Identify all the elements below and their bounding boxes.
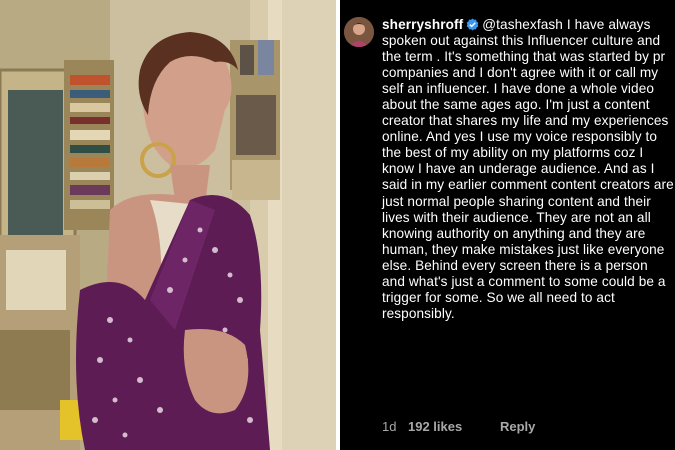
profile-avatar-icon bbox=[344, 17, 374, 47]
woman-in-purple-saree-photo bbox=[0, 0, 336, 450]
screenshot-collage: sherryshroff @tashexfash I have always sp… bbox=[0, 0, 675, 450]
photo-illustration bbox=[0, 0, 336, 450]
comment-text: I have always spoken out against this In… bbox=[382, 17, 674, 321]
comment-time: 1d bbox=[382, 419, 397, 434]
verified-badge-icon bbox=[466, 18, 479, 31]
comment-panel: sherryshroff @tashexfash I have always sp… bbox=[340, 0, 675, 450]
comment-body: sherryshroff @tashexfash I have always sp… bbox=[382, 17, 674, 322]
comment-meta: 1d 192 likes Reply bbox=[382, 419, 535, 434]
comment-mention[interactable]: @tashexfash bbox=[482, 17, 563, 32]
comment-username[interactable]: sherryshroff bbox=[382, 17, 463, 32]
comment-likes[interactable]: 192 likes bbox=[408, 419, 500, 434]
avatar[interactable] bbox=[344, 17, 374, 47]
reply-button[interactable]: Reply bbox=[500, 419, 535, 434]
